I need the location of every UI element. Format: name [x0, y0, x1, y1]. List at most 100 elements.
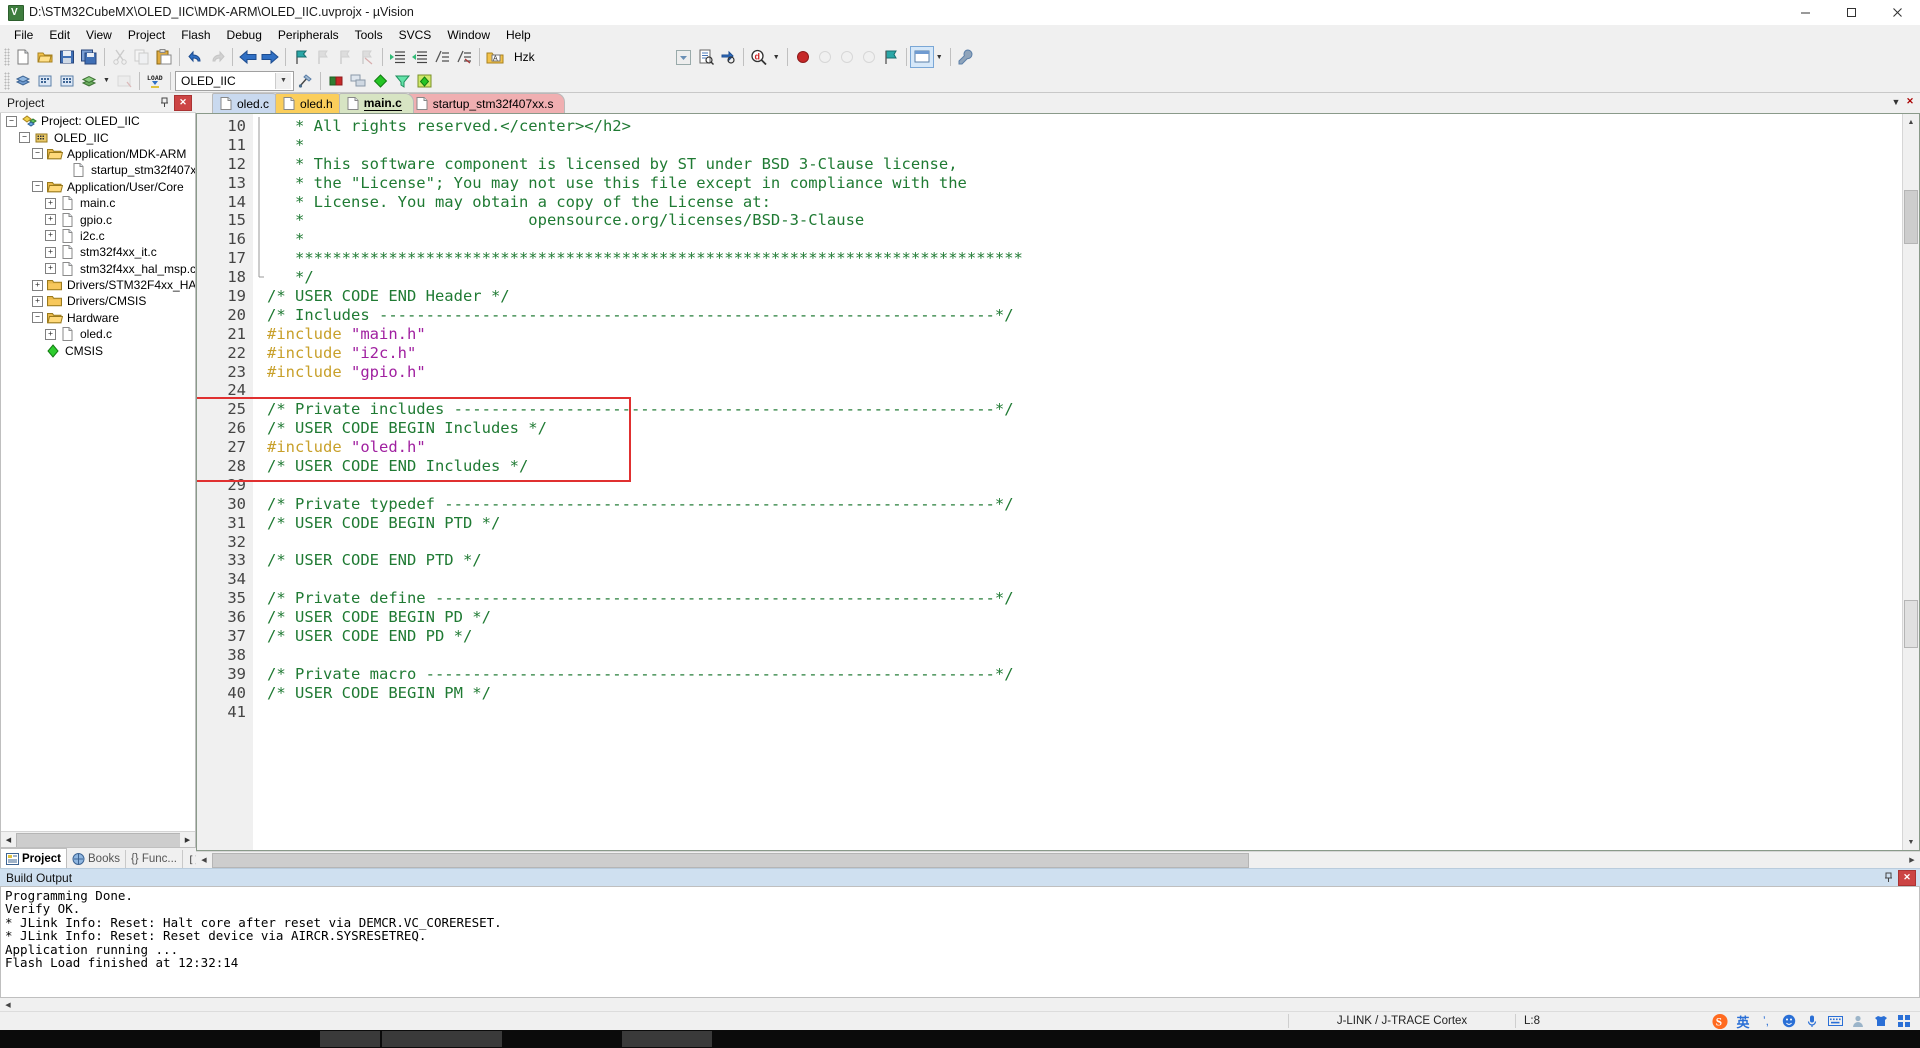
code-line[interactable]: * the "License"; You may not use this fi… [267, 174, 1902, 193]
tab-functions[interactable]: {} Func... [126, 850, 183, 868]
stop-build-icon[interactable] [113, 71, 135, 91]
download-icon[interactable]: LOAD [144, 71, 166, 91]
target-options-icon[interactable] [294, 71, 316, 91]
code-line[interactable]: /* USER CODE BEGIN PM */ [267, 684, 1902, 703]
open-file-icon[interactable] [34, 47, 56, 67]
tree-item-main-c[interactable]: + main.c [1, 195, 195, 211]
code-line[interactable]: #include "gpio.h" [267, 363, 1902, 382]
code-vertical-scrollbar[interactable]: ▲ ▼ [1902, 114, 1919, 850]
save-icon[interactable] [56, 47, 78, 67]
project-tree[interactable]: − Project: OLED_IIC − OLED_IIC − Application/… [0, 113, 196, 848]
tree-item-application-user-core[interactable]: − Application/User/Core [1, 179, 195, 195]
find-icon[interactable]: d [748, 47, 770, 67]
code-line[interactable]: /* USER CODE END Header */ [267, 287, 1902, 306]
scroll-left-icon[interactable]: ◀ [0, 997, 16, 1012]
tree-item-gpio-c[interactable]: + gpio.c [1, 211, 195, 227]
taskbar-item[interactable] [382, 1031, 502, 1047]
editor-tab-startup-s[interactable]: startup_stm32f407xx.s [407, 93, 566, 113]
scroll-right-icon[interactable]: ▶ [1904, 853, 1920, 868]
pack-installer-icon[interactable] [413, 71, 435, 91]
debug-step-icon[interactable] [836, 47, 858, 67]
taskbar-item[interactable] [320, 1031, 380, 1047]
code-line[interactable]: * All rights reserved.</center></h2> [267, 117, 1902, 136]
bookmark-toggle-icon[interactable] [290, 47, 312, 67]
scroll-thumb[interactable] [16, 832, 182, 847]
close-icon[interactable]: ✕ [174, 94, 192, 111]
code-line[interactable]: /* Private macro -----------------------… [267, 665, 1902, 684]
code-line[interactable]: * License. You may obtain a copy of the … [267, 193, 1902, 212]
translate-icon[interactable] [12, 71, 34, 91]
comment-icon[interactable] [431, 47, 453, 67]
build-icon[interactable] [34, 71, 56, 91]
code-line[interactable]: /* USER CODE BEGIN Includes */ [267, 419, 1902, 438]
voice-input-icon[interactable] [1804, 1013, 1820, 1029]
code-line[interactable]: /* USER CODE END Includes */ [267, 457, 1902, 476]
tree-item-stm32f4xx-hal-msp-c[interactable]: + stm32f4xx_hal_msp.c [1, 261, 195, 277]
start-debug-icon[interactable] [792, 47, 814, 67]
copy-icon[interactable] [131, 47, 153, 67]
menu-help[interactable]: Help [498, 26, 539, 44]
tree-expander[interactable]: + [45, 197, 56, 209]
pin-icon[interactable] [157, 95, 172, 110]
scroll-track[interactable] [16, 832, 182, 847]
tree-expander[interactable]: + [45, 214, 56, 226]
outdent-icon[interactable] [409, 47, 431, 67]
menu-peripherals[interactable]: Peripherals [270, 26, 347, 44]
pin-icon[interactable] [1881, 870, 1896, 885]
save-all-icon[interactable] [78, 47, 100, 67]
undo-icon[interactable] [184, 47, 206, 67]
code-line[interactable]: /* USER CODE END PTD */ [267, 551, 1902, 570]
menu-tools[interactable]: Tools [347, 26, 391, 44]
code-line[interactable]: #include "main.h" [267, 325, 1902, 344]
menu-window[interactable]: Window [439, 26, 498, 44]
maximize-button[interactable] [1828, 0, 1874, 24]
tab-project[interactable]: Project [0, 848, 67, 868]
stop-debug-icon[interactable] [814, 47, 836, 67]
toolbar-grip[interactable] [4, 71, 10, 90]
code-line[interactable] [267, 570, 1902, 589]
scroll-down-icon[interactable]: ▼ [1903, 834, 1919, 850]
editor-tab-oled-c[interactable]: oled.c [212, 93, 282, 113]
target-selector[interactable]: OLED_IIC ▼ [175, 70, 294, 91]
tree-expander[interactable]: + [45, 263, 56, 275]
build-output-text[interactable]: Programming Done. Verify OK. * JLink Info:… [0, 886, 1920, 998]
tree-item-drivers-stm32f4xx-hal-driv[interactable]: + Drivers/STM32F4xx_HAL_Driv [1, 277, 195, 293]
close-tab-icon[interactable]: ✕ [1903, 94, 1917, 109]
tree-item-oled-iic[interactable]: − OLED_IIC [1, 129, 195, 145]
tree-item-startup-stm32f407xx-s[interactable]: startup_stm32f407xx.s [1, 162, 195, 178]
tree-item-i2c-c[interactable]: + i2c.c [1, 228, 195, 244]
menu-edit[interactable]: Edit [41, 26, 78, 44]
packs-icon[interactable] [369, 71, 391, 91]
tree-item-stm32f4xx-it-c[interactable]: + stm32f4xx_it.c [1, 244, 195, 260]
keyboard-icon[interactable] [1827, 1013, 1843, 1029]
code-editor[interactable]: 10 11 12 13 14 15 16 17 18 19 20 21 22 23 24 25 26 27 28 29… [196, 113, 1920, 851]
code-line[interactable] [267, 381, 1902, 400]
code-line[interactable]: * [267, 136, 1902, 155]
skin-icon[interactable] [1873, 1013, 1889, 1029]
cut-icon[interactable] [109, 47, 131, 67]
code-fold-column[interactable] [253, 114, 265, 850]
code-viewport[interactable]: 10 11 12 13 14 15 16 17 18 19 20 21 22 23 24 25 26 27 28 29… [197, 114, 1902, 850]
code-line[interactable]: /* Private define ----------------------… [267, 589, 1902, 608]
scroll-list-icon[interactable]: ▼ [1889, 94, 1903, 109]
code-line[interactable]: #include "i2c.h" [267, 344, 1902, 363]
manage-runtime-icon[interactable] [325, 71, 347, 91]
tree-item-project-oled-iic[interactable]: − Project: OLED_IIC [1, 113, 195, 129]
code-line[interactable]: #include "oled.h" [267, 438, 1902, 457]
menu-debug[interactable]: Debug [219, 26, 270, 44]
tree-expander[interactable]: − [32, 312, 43, 324]
menu-view[interactable]: View [78, 26, 120, 44]
indent-icon[interactable] [387, 47, 409, 67]
redo-icon[interactable] [206, 47, 228, 67]
code-line[interactable]: /* USER CODE BEGIN PD */ [267, 608, 1902, 627]
tree-item-drivers-cmsis[interactable]: + Drivers/CMSIS [1, 293, 195, 309]
new-file-icon[interactable] [12, 47, 34, 67]
tree-expander[interactable]: − [32, 148, 43, 160]
find-in-files-icon[interactable] [695, 47, 717, 67]
close-icon[interactable]: ✕ [1898, 869, 1916, 886]
configure-font-icon[interactable]: A [484, 47, 506, 67]
bookmark-clear-icon[interactable] [356, 47, 378, 67]
code-line[interactable]: /* Private includes --------------------… [267, 400, 1902, 419]
scroll-track[interactable] [16, 997, 1920, 1012]
navigate-forward-icon[interactable] [259, 47, 281, 67]
